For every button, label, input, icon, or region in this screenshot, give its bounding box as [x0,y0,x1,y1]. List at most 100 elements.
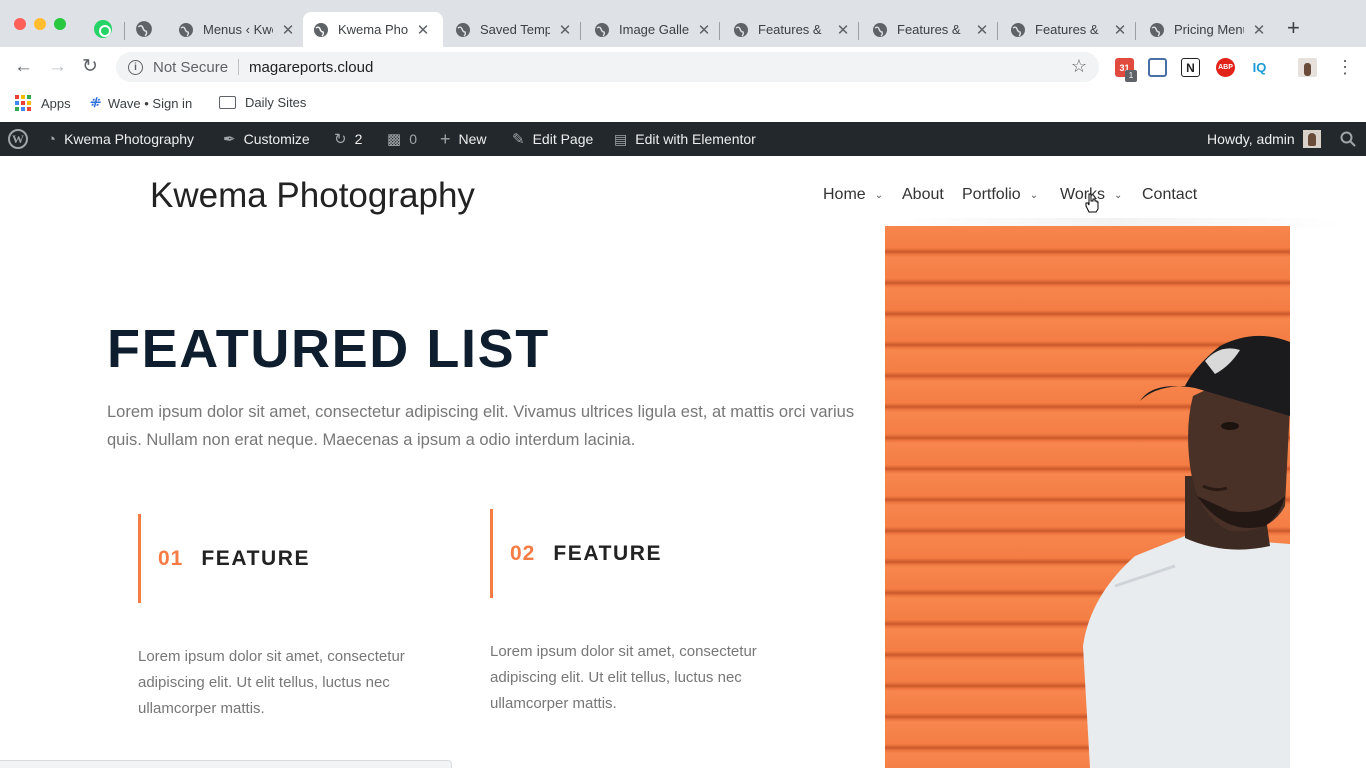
tab-kwema-photography[interactable]: Kwema Photography ✕ [303,12,443,47]
folder-icon [219,96,236,109]
close-icon[interactable]: ✕ [416,21,430,39]
abp-icon[interactable]: ABP [1216,58,1235,77]
extension-badge: 1 [1125,70,1137,82]
updates-icon: ↻ [334,131,347,148]
close-icon[interactable]: ✕ [975,21,989,39]
bookmarks-bar: Apps ⁜ Wave • Sign in Daily Sites [0,87,1366,122]
tab-label: Features & [1035,22,1099,37]
hero-photo [885,226,1290,768]
globe-icon [1150,22,1164,37]
globe-pinned-tab-icon[interactable] [135,20,153,38]
reload-icon[interactable]: ↻ [82,57,98,77]
globe-icon [314,22,328,37]
browser-tab-strip: Menus ‹ Kwema Photography ✕ Kwema Photog… [0,0,1366,47]
bookmark-label: Daily Sites [245,95,307,110]
globe-icon [179,22,193,37]
new-tab-button[interactable]: + [1287,17,1300,39]
close-icon[interactable]: ✕ [1113,21,1127,39]
admin-new[interactable]: + New [440,122,487,156]
bookmark-wave[interactable]: ⁜ Wave • Sign in [89,95,192,111]
bookmark-daily-sites[interactable]: Daily Sites [219,95,306,110]
bookmark-label: Apps [41,95,71,111]
close-icon[interactable]: ✕ [558,21,572,39]
tab-pricing-menu[interactable]: Pricing Menu ✕ [1139,12,1276,47]
tab-menus[interactable]: Menus ‹ Kwema Photography ✕ [168,12,305,47]
bookmark-star-icon[interactable]: ☆ [1071,56,1087,77]
globe-icon [734,22,748,37]
window-close-button[interactable] [14,18,26,30]
wordpress-logo-icon[interactable]: W [8,122,28,156]
close-icon[interactable]: ✕ [281,21,295,39]
apps-grid-icon [15,95,31,111]
admin-search-icon[interactable] [1340,122,1356,156]
feature-01-heading: 01 FEATURE [138,514,310,603]
tab-image-gallery[interactable]: Image Gallery ✕ [584,12,721,47]
admin-edit-elementor[interactable]: ▤ Edit with Elementor [614,122,756,156]
info-icon[interactable]: i [128,59,143,75]
feature-01-text: Lorem ipsum dolor sit amet, consectetur … [138,648,405,717]
tab-features-2[interactable]: Features & ✕ [862,12,999,47]
hand-cursor-icon [1085,193,1099,213]
globe-icon [595,22,609,37]
iq-icon[interactable]: IQ [1250,58,1269,77]
admin-customize[interactable]: ✒ Customize [223,122,310,156]
window-zoom-button[interactable] [54,18,66,30]
tab-features-1[interactable]: Features & ✕ [723,12,860,47]
tab-label: Kwema Photography [338,22,408,37]
admin-updates[interactable]: ↻ 2 [334,122,362,156]
tab-label: Menus ‹ Kwema Photography [203,22,273,37]
menu-dots-icon[interactable]: ⋮ [1336,57,1354,77]
close-icon[interactable]: ✕ [836,21,850,39]
browser-toolbar: ← → ↻ i Not Secure magareports.cloud ☆ 3… [0,47,1366,87]
elementor-icon: ▤ [614,130,628,147]
dashboard-icon: ◔ [47,130,57,148]
whatsapp-pinned-tab-icon[interactable] [94,20,112,38]
tab-label: Saved Templates [480,22,550,37]
hero-description: Lorem ipsum dolor sit amet, consectetur … [107,403,855,449]
menu-item-contact[interactable]: Contact [1142,186,1197,204]
site-title[interactable]: Kwema Photography [150,176,475,216]
bookmark-label: Wave • Sign in [107,95,193,111]
notion-icon[interactable]: N [1181,58,1200,77]
menu-item-about[interactable]: About [902,186,944,204]
close-icon[interactable]: ✕ [1252,21,1266,39]
chevron-down-icon: ⌄ [1029,189,1039,201]
window-minimize-button[interactable] [34,18,46,30]
feature-02-heading: 02 FEATURE [490,509,662,598]
address-bar[interactable]: i Not Secure magareports.cloud ☆ [116,52,1099,82]
globe-icon [456,22,470,37]
hero-title: FEATURED LIST [107,319,550,379]
menu-item-home[interactable]: Home ⌄ [823,186,883,204]
pencil-icon: ✎ [512,131,525,148]
globe-icon [873,22,887,37]
tab-features-3[interactable]: Features & ✕ [1000,12,1137,47]
bookmark-apps[interactable]: Apps [15,95,71,111]
feature-title: FEATURE [553,541,663,565]
feature-number: 02 [510,541,536,565]
globe-icon [1011,22,1025,37]
chevron-down-icon: ⌄ [1114,189,1123,201]
wp-admin-bar: W ◔ Kwema Photography ✒ Customize ↻ 2 ▩ … [0,122,1366,156]
tab-saved-templates[interactable]: Saved Templates ✕ [445,12,582,47]
printer-icon[interactable] [1148,58,1167,77]
chevron-down-icon: ⌄ [874,189,884,201]
admin-edit-page[interactable]: ✎ Edit Page [512,122,593,156]
forward-arrow-icon[interactable]: → [48,57,67,77]
admin-site-name[interactable]: ◔ Kwema Photography [47,122,194,156]
admin-account[interactable]: Howdy, admin [1207,122,1321,156]
profile-icon[interactable] [1298,58,1317,77]
back-arrow-icon[interactable]: ← [14,57,33,77]
security-label: Not Secure [153,58,229,76]
browser-status-bar [0,760,452,768]
feature-02-text: Lorem ipsum dolor sit amet, consectetur … [490,643,757,712]
tab-label: Image Gallery [619,22,689,37]
url-text[interactable]: magareports.cloud [249,59,373,76]
admin-comments[interactable]: ▩ 0 [387,122,417,156]
menu-item-portfolio[interactable]: Portfolio ⌄ [962,186,1038,204]
wave-icon: ⁜ [89,95,100,110]
tab-label: Features & [758,22,822,37]
tab-label: Pricing Menu [1174,22,1244,37]
close-icon[interactable]: ✕ [697,21,711,39]
feature-number: 01 [158,546,184,570]
comment-icon: ▩ [387,131,402,148]
